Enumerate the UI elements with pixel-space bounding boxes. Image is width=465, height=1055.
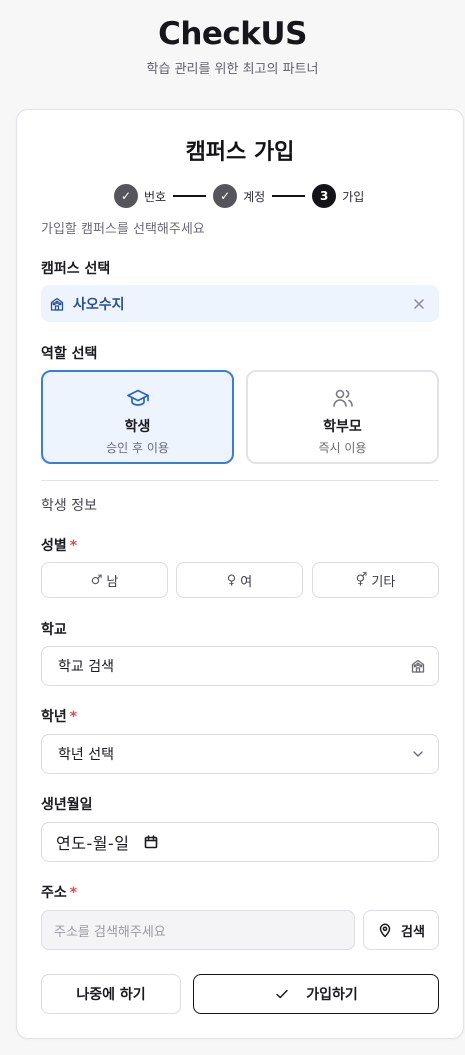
campus-label: 캠퍼스 선택 [41,261,111,277]
school-search-value: 학교 검색 [58,659,114,675]
grade-select-value: 학년 선택 [58,747,114,763]
address-label-text: 주소 [41,885,67,901]
birthdate-label: 생년월일 [41,797,93,813]
chevron-down-icon [410,746,426,762]
step-3-label: 가입 [342,189,365,204]
app-subtitle: 학습 관리를 위한 최고의 파트너 [146,62,319,77]
address-placeholder: 주소를 검색해주세요 [54,924,166,940]
step-2-label: 계정 [243,189,266,204]
gender-option-male[interactable]: ♂ 남 [41,562,168,598]
calendar-icon[interactable] [143,834,159,850]
join-button[interactable]: 가입하기 [193,974,439,1014]
close-icon[interactable] [411,296,427,312]
other-gender-icon: ⚥ [355,572,368,588]
required-mark: * [69,538,78,554]
role-option-desc: 승인 후 이용 [106,441,169,455]
building-icon [49,296,65,312]
step-connector [173,195,207,197]
grade-label: 학년 * [41,706,77,726]
stepper: ✓ 번호 ✓ 계정 3 가입 [114,184,364,208]
step-1-label: 번호 [144,189,167,204]
later-button[interactable]: 나중에 하기 [41,974,181,1014]
app-title: CheckUS [158,16,307,52]
form-title: 캠퍼스 가입 [185,140,295,165]
grade-label-text: 학년 [41,709,67,725]
role-label: 역할 선택 [41,346,98,362]
male-icon: ♂ [90,572,103,588]
step-2-check-icon: ✓ [213,184,238,208]
required-mark: * [69,885,78,901]
section-divider [41,480,439,481]
form-hint: 가입할 캠퍼스를 선택해주세요 [41,222,205,237]
gender-option-label: 기타 [371,574,396,590]
grade-select[interactable]: 학년 선택 [41,734,439,774]
step-3-number: 3 [312,184,337,208]
users-icon [331,386,355,410]
gender-option-label: 여 [240,574,253,590]
graduation-cap-icon [126,386,150,410]
address-input[interactable]: 주소를 검색해주세요 [41,910,355,950]
join-button-label: 가입하기 [306,987,358,1003]
address-search-label: 검색 [401,924,425,940]
role-option-name: 학부모 [323,419,362,435]
map-pin-icon [377,922,393,938]
school-label: 학교 [41,622,67,638]
role-option-desc: 즉시 이용 [318,441,367,455]
role-option-student[interactable]: 학생 승인 후 이용 [41,370,234,464]
step-1-check-icon: ✓ [114,184,138,208]
required-mark: * [69,709,78,725]
birthdate-value: 연도-월-일 [56,834,130,853]
step-connector [272,195,306,197]
address-search-button[interactable]: 검색 [363,910,439,950]
building-icon [410,658,426,674]
gender-option-other[interactable]: ⚥ 기타 [312,562,439,598]
campus-selected-name: 사오수지 [73,296,125,313]
campus-selected-chip[interactable]: 사오수지 [41,285,439,322]
address-label: 주소 * [41,882,77,902]
gender-option-label: 남 [106,574,119,590]
female-icon: ♀ [226,572,237,588]
role-option-parent[interactable]: 학부모 즉시 이용 [246,370,439,464]
student-info-heading: 학생 정보 [41,498,97,514]
role-option-name: 학생 [124,419,151,435]
gender-option-female[interactable]: ♀ 여 [176,562,303,598]
check-icon [274,986,290,1002]
gender-label-text: 성별 [41,538,67,554]
gender-label: 성별 * [41,535,77,555]
birthdate-input[interactable]: 연도-월-일 [41,822,439,862]
school-search-field[interactable]: 학교 검색 [41,646,439,686]
